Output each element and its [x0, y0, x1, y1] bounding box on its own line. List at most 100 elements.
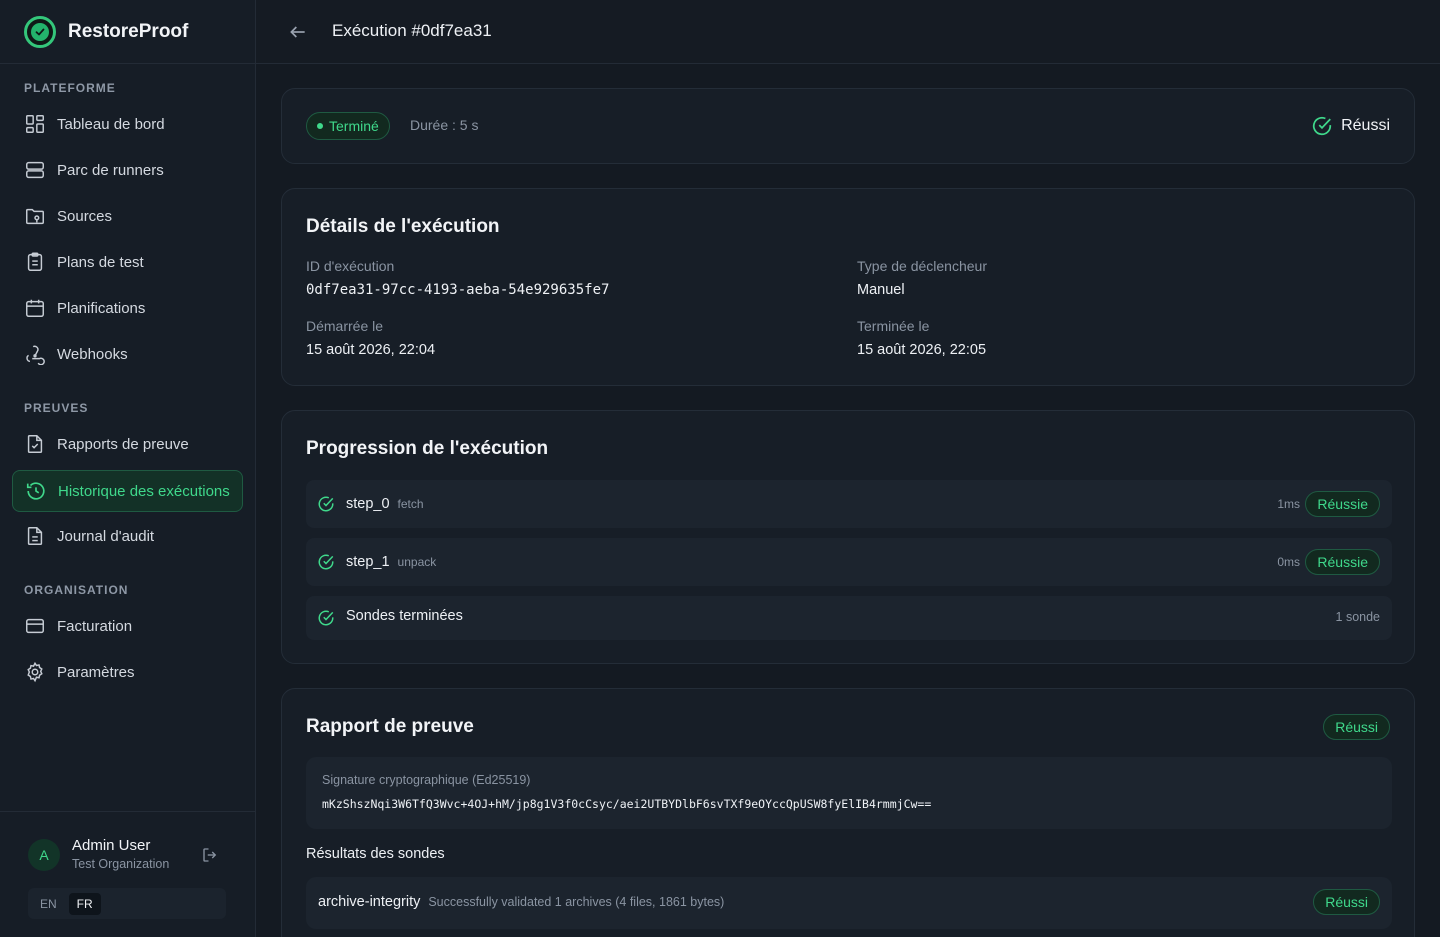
nav-item-schedules[interactable]: Planifications: [12, 287, 243, 329]
step-kind: unpack: [397, 555, 437, 569]
step-row: step_1 unpack 0ms Réussie: [306, 538, 1392, 586]
user-org: Test Organization: [72, 857, 170, 871]
brand-name: RestoreProof: [68, 20, 189, 42]
summary-card: Terminé Durée : 5 s Réussi: [281, 88, 1415, 164]
probe-name-text: archive-integrity: [318, 894, 421, 910]
nav-label: Planifications: [57, 299, 146, 317]
nav-section-plateforme: PLATEFORME: [24, 81, 116, 95]
step-duration: 0ms: [1277, 555, 1300, 569]
progress-card: Progression de l'exécution step_0 fetch 1…: [281, 410, 1415, 664]
gear-icon: [27, 661, 43, 683]
nav-item-run-history[interactable]: Historique des exécutions: [12, 470, 243, 512]
folder-icon: [26, 208, 44, 225]
run-id-label: ID d'exécution: [306, 258, 395, 274]
file-text-icon: [27, 527, 43, 545]
webhook-icon: [26, 345, 45, 365]
probe-message: Successfully validated 1 archives (4 fil…: [428, 895, 725, 909]
step-duration: 1ms: [1277, 497, 1300, 511]
check-circle-icon: [318, 610, 334, 626]
report-title: Rapport de preuve: [306, 716, 474, 737]
nav-item-proof-reports[interactable]: Rapports de preuve: [12, 423, 243, 465]
lang-en-button[interactable]: EN: [32, 893, 65, 915]
started-label: Démarrée le: [306, 318, 384, 334]
calendar-icon: [26, 299, 44, 317]
nav-item-webhooks[interactable]: Webhooks: [12, 333, 243, 375]
step-name-text: step_1: [346, 554, 390, 570]
credit-card-icon: [26, 618, 44, 634]
proof-report-card: Rapport de preuve Réussi Signature crypt…: [281, 688, 1415, 937]
lang-fr-button[interactable]: FR: [68, 892, 101, 915]
duration: Durée : 5 s: [410, 117, 479, 133]
nav-item-billing[interactable]: Facturation: [12, 605, 243, 647]
report-status-badge: Réussi: [1323, 714, 1390, 740]
signature-label: Signature cryptographique (Ed25519): [322, 773, 531, 787]
status-dot: [317, 123, 323, 129]
server-icon: [26, 161, 44, 179]
nav-label: Parc de runners: [57, 161, 164, 179]
brand[interactable]: RestoreProof: [0, 0, 255, 64]
nav-label: Plans de test: [57, 253, 144, 271]
page-header: Exécution #0df7ea31: [256, 0, 1440, 64]
check-circle-icon: [1312, 116, 1332, 136]
probes-done-label: Sondes terminées: [346, 608, 463, 624]
progress-title: Progression de l'exécution: [306, 438, 549, 459]
page-title: Exécution #0df7ea31: [332, 21, 492, 40]
nav-item-sources[interactable]: Sources: [12, 195, 243, 237]
nav-label: Paramètres: [57, 663, 135, 681]
trigger-label: Type de déclencheur: [857, 258, 987, 274]
finished-label: Terminée le: [857, 318, 930, 334]
nav-item-runners[interactable]: Parc de runners: [12, 149, 243, 191]
step-name-text: step_0: [346, 496, 390, 512]
nav-label: Tableau de bord: [57, 115, 165, 133]
logout-icon[interactable]: [201, 846, 219, 864]
nav-label: Sources: [57, 207, 113, 225]
nav-item-audit-log[interactable]: Journal d'audit: [12, 515, 243, 557]
nav-label: Journal d'audit: [57, 527, 155, 545]
run-id-value: 0df7ea31-97cc-4193-aeba-54e929635fe7: [306, 282, 610, 298]
status-badge: Terminé: [306, 112, 390, 140]
nav-label: Historique des exécutions: [58, 482, 230, 500]
user-panel: A Admin User Test Organization EN FR: [0, 811, 256, 937]
sidebar: RestoreProof PLATEFORME Tableau de bord …: [0, 0, 256, 937]
nav-label: Rapports de preuve: [57, 435, 189, 453]
history-icon: [26, 482, 45, 500]
clipboard-icon: [27, 252, 43, 271]
probe-results-title: Résultats des sondes: [306, 846, 445, 862]
dashboard-icon: [26, 115, 44, 133]
logo-icon: [24, 15, 56, 48]
file-check-icon: [27, 435, 43, 453]
finished-value: 15 août 2026, 22:05: [857, 342, 987, 358]
language-switcher: EN FR: [28, 888, 226, 919]
nav-section-organisation: ORGANISATION: [24, 583, 129, 597]
step-status-badge: Réussie: [1305, 491, 1380, 517]
result-text: Réussi: [1341, 117, 1390, 134]
avatar[interactable]: A: [28, 839, 60, 871]
probe-name: archive-integrity Successfully validated …: [318, 894, 724, 910]
check-circle-icon: [318, 554, 334, 570]
nav-item-settings[interactable]: Paramètres: [12, 651, 243, 693]
probe-status-badge: Réussi: [1313, 889, 1380, 915]
nav-item-dashboard[interactable]: Tableau de bord: [12, 103, 243, 145]
probes-done-row: Sondes terminées 1 sonde: [306, 596, 1392, 640]
started-value: 15 août 2026, 22:04: [306, 342, 436, 358]
step-row: step_0 fetch 1ms Réussie: [306, 480, 1392, 528]
signature-value[interactable]: mKzShszNqi3W6TfQ3Wvc+4OJ+hM/jp8g1V3f0cCs…: [322, 797, 931, 811]
trigger-value: Manuel: [857, 282, 905, 298]
step-status-badge: Réussie: [1305, 549, 1380, 575]
probe-result-row: archive-integrity Successfully validated …: [306, 877, 1392, 929]
back-arrow-icon[interactable]: [288, 22, 308, 42]
details-card: Détails de l'exécution ID d'exécution 0d…: [281, 188, 1415, 386]
status-text: Terminé: [329, 118, 379, 134]
details-title: Détails de l'exécution: [306, 216, 500, 237]
step-kind: fetch: [397, 497, 424, 511]
check-circle-icon: [318, 496, 334, 512]
result-indicator: Réussi: [1311, 115, 1390, 137]
nav-label: Facturation: [57, 617, 133, 635]
user-name: Admin User: [72, 837, 151, 854]
signature-box: Signature cryptographique (Ed25519) mKzS…: [306, 757, 1392, 829]
probes-count: 1 sonde: [1335, 610, 1380, 624]
nav-item-test-plans[interactable]: Plans de test: [12, 241, 243, 283]
step-name: step_0 fetch: [346, 496, 424, 512]
nav-label: Webhooks: [57, 345, 128, 363]
step-name: step_1 unpack: [346, 554, 436, 570]
